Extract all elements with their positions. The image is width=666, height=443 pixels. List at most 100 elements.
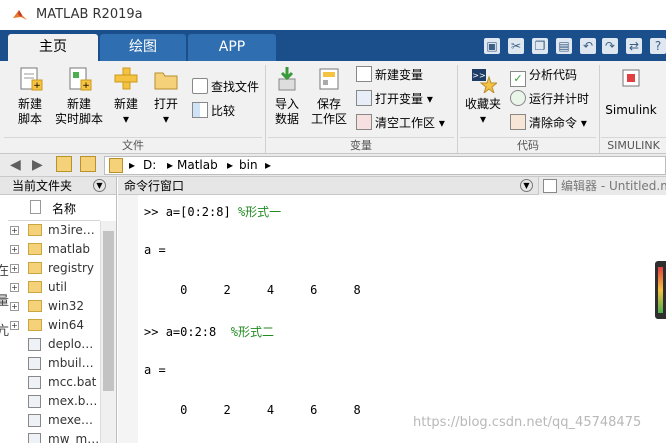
simulink-icon bbox=[622, 69, 640, 87]
import-data-button[interactable]: 导入 数据 bbox=[268, 65, 306, 135]
ribbon-divider bbox=[599, 65, 600, 153]
matlab-logo-icon bbox=[13, 10, 27, 20]
folder-icon bbox=[28, 243, 42, 255]
list-item[interactable]: mcc.bat bbox=[8, 373, 108, 392]
favorites-label: 收藏夹 bbox=[464, 97, 501, 111]
path-segment-drive[interactable]: D: bbox=[143, 157, 156, 174]
path-segment-bin[interactable]: bin bbox=[239, 157, 258, 174]
undo-icon[interactable]: ↶ bbox=[580, 38, 596, 54]
new-label: 新建 bbox=[113, 97, 138, 111]
path-field[interactable]: ▸ D: ▸ Matlab ▸ bin ▸ bbox=[104, 156, 666, 175]
run-and-time-icon bbox=[510, 90, 526, 106]
run-and-time-button[interactable]: 运行并计时 bbox=[510, 89, 589, 109]
file-icon bbox=[28, 376, 41, 389]
scrollbar-thumb[interactable] bbox=[103, 231, 114, 391]
list-item[interactable]: + matlab bbox=[8, 240, 108, 259]
new-live-script-label-1: 新建 bbox=[66, 97, 91, 111]
help-icon[interactable]: ? bbox=[650, 38, 666, 54]
redo-icon[interactable]: ↷ bbox=[602, 38, 618, 54]
column-header-row[interactable]: 名称 bbox=[8, 195, 100, 221]
meter-icon bbox=[658, 267, 663, 313]
command-line: >> a=0:2:8 %形式二 bbox=[144, 323, 274, 340]
copy-icon[interactable]: ❐ bbox=[532, 38, 548, 54]
find-files-label: 查找文件 bbox=[211, 80, 260, 94]
list-item[interactable]: + registry bbox=[8, 259, 108, 278]
tab-plots[interactable]: 绘图 bbox=[100, 34, 186, 61]
item-name: mcc.bat bbox=[48, 375, 97, 389]
browse-folder-icon[interactable] bbox=[80, 156, 96, 172]
new-dropdown-icon: ▾ bbox=[122, 112, 130, 126]
new-variable-icon bbox=[356, 66, 372, 82]
item-name: util bbox=[48, 280, 67, 294]
new-button[interactable]: 新建 ▾ bbox=[106, 65, 146, 135]
open-button[interactable]: 打开 ▾ bbox=[146, 65, 186, 135]
file-icon bbox=[28, 433, 41, 443]
editor-tab-label: 编辑器 - Untitled.m bbox=[561, 179, 666, 193]
list-item[interactable]: mexe… bbox=[8, 411, 108, 430]
path-segment-matlab[interactable]: Matlab bbox=[177, 157, 218, 174]
open-variable-button[interactable]: 打开变量 ▾ bbox=[356, 89, 433, 109]
find-files-button[interactable]: 查找文件 bbox=[192, 77, 259, 97]
expand-icon[interactable]: + bbox=[10, 226, 19, 235]
expand-icon[interactable]: + bbox=[10, 283, 19, 292]
new-live-script-button[interactable]: + 新建 实时脚本 bbox=[54, 65, 104, 135]
scrollbar[interactable] bbox=[100, 221, 116, 443]
tab-apps[interactable]: APP bbox=[188, 34, 276, 61]
item-name: m3ire… bbox=[48, 223, 95, 237]
list-item[interactable]: + util bbox=[8, 278, 108, 297]
compare-button[interactable]: 比较 bbox=[192, 101, 235, 121]
list-item[interactable]: + m3ire… bbox=[8, 221, 108, 240]
import-data-icon bbox=[278, 67, 296, 91]
clear-commands-button[interactable]: 清除命令 ▾ bbox=[510, 113, 587, 133]
new-script-icon: + bbox=[20, 67, 43, 91]
list-item[interactable]: mex.b… bbox=[8, 392, 108, 411]
path-separator-icon: ▸ bbox=[227, 158, 234, 172]
expand-icon[interactable]: + bbox=[10, 264, 19, 273]
variable-group-label: 变量 bbox=[268, 137, 454, 153]
run-and-time-label: 运行并计时 bbox=[529, 92, 590, 106]
edit-icon bbox=[543, 179, 557, 193]
compare-icon bbox=[192, 102, 208, 118]
favorites-button[interactable]: >> 收藏夹 ▾ bbox=[462, 65, 504, 135]
command-window-title: 命令行窗口 bbox=[124, 179, 185, 193]
expand-icon[interactable]: + bbox=[10, 302, 19, 311]
analyze-code-button[interactable]: ✓ 分析代码 bbox=[510, 65, 577, 87]
back-arrow-icon[interactable]: ◀ bbox=[10, 157, 21, 173]
clear-workspace-label: 清空工作区 bbox=[375, 116, 436, 130]
new-script-button[interactable]: + 新建 脚本 bbox=[6, 65, 54, 135]
list-item[interactable]: mw_m… bbox=[8, 430, 108, 443]
expand-icon[interactable]: + bbox=[10, 245, 19, 254]
new-variable-label: 新建变量 bbox=[375, 68, 424, 82]
file-list: + m3ire… + matlab + registry + util + win32 +… bbox=[8, 221, 100, 443]
forward-arrow-icon[interactable]: ▶ bbox=[32, 157, 43, 173]
tab-home[interactable]: 主页 bbox=[8, 34, 98, 61]
switch-windows-icon[interactable]: ⇄ bbox=[626, 38, 642, 54]
up-folder-icon[interactable] bbox=[56, 156, 72, 172]
list-item[interactable]: + win64 bbox=[8, 316, 108, 335]
item-name: mw_m… bbox=[48, 432, 100, 443]
expand-icon[interactable]: + bbox=[10, 321, 19, 330]
list-item[interactable]: deplo… bbox=[8, 335, 108, 354]
command-code: a=0:2:8 bbox=[165, 325, 231, 339]
command-output[interactable]: >> a=[0:2:8] %形式一 a = 0 2 4 6 8 >> a=0:2… bbox=[138, 195, 666, 443]
open-label: 打开 bbox=[153, 97, 178, 111]
save-icon[interactable]: ▣ bbox=[484, 38, 500, 54]
panel-menu-icon[interactable]: ▼ bbox=[93, 179, 106, 192]
simulink-button[interactable]: Simulink bbox=[602, 65, 660, 135]
command-line: >> a=[0:2:8] %形式一 bbox=[144, 203, 281, 220]
paste-icon[interactable]: ▤ bbox=[556, 38, 572, 54]
list-item[interactable]: mbuil… bbox=[8, 354, 108, 373]
new-script-label-1: 新建 bbox=[17, 97, 42, 111]
clear-workspace-button[interactable]: 清空工作区 ▾ bbox=[356, 113, 445, 133]
editor-tab[interactable]: 编辑器 - Untitled.m bbox=[538, 177, 666, 195]
list-item[interactable]: + win32 bbox=[8, 297, 108, 316]
new-variable-button[interactable]: 新建变量 bbox=[356, 65, 423, 85]
cut-icon[interactable]: ✂ bbox=[508, 38, 524, 54]
save-workspace-button[interactable]: 保存 工作区 bbox=[308, 65, 350, 135]
panel-menu-icon[interactable]: ▼ bbox=[520, 179, 533, 192]
prompt: >> bbox=[144, 325, 166, 339]
window-title: MATLAB R2019a bbox=[36, 7, 143, 22]
item-name: mbuil… bbox=[48, 356, 94, 370]
open-variable-icon bbox=[356, 90, 372, 106]
folder-icon bbox=[28, 262, 42, 274]
